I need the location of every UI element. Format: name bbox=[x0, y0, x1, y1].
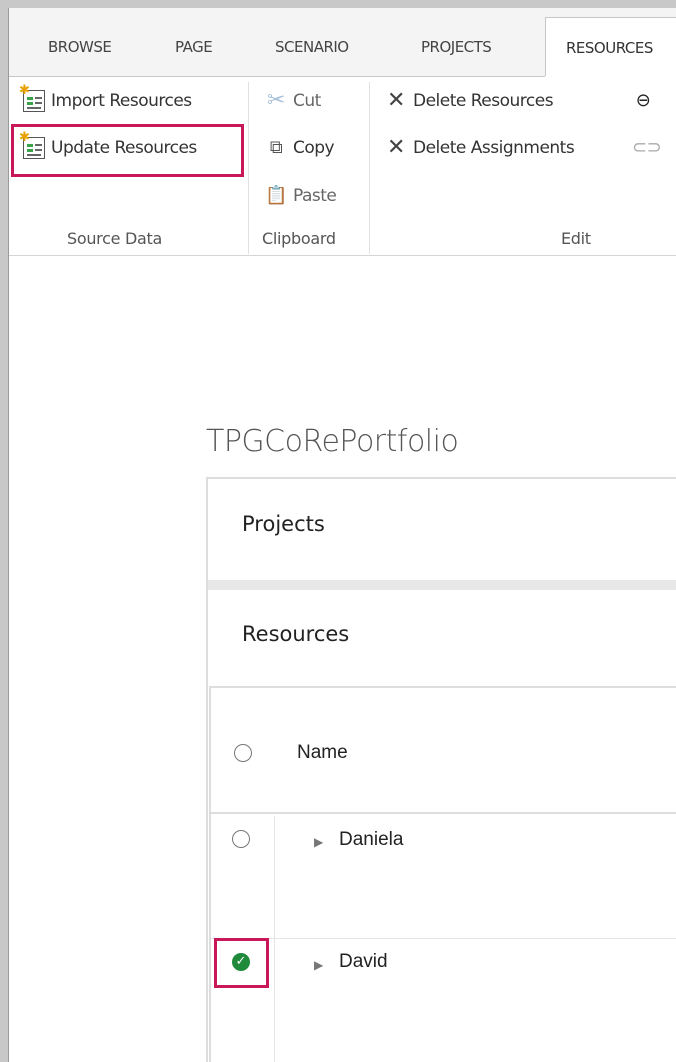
delete-assignments-button[interactable]: ✕ Delete Assignments bbox=[385, 135, 575, 160]
section-divider bbox=[208, 580, 676, 590]
delete-x-icon: ✕ bbox=[387, 88, 405, 113]
import-resources-label: Import Resources bbox=[51, 91, 192, 111]
tab-browse[interactable]: BROWSE bbox=[48, 38, 112, 56]
paste-icon: 📋 bbox=[265, 185, 287, 206]
delete-x-icon: ✕ bbox=[387, 135, 405, 160]
projects-section-header[interactable]: Projects bbox=[208, 512, 676, 536]
row-separator bbox=[211, 938, 676, 939]
copy-button[interactable]: ⧉ Copy bbox=[265, 137, 335, 159]
row-name-daniela[interactable]: Daniela bbox=[339, 829, 403, 851]
edit-group-label: Edit bbox=[561, 229, 591, 248]
delete-resources-label: Delete Resources bbox=[413, 91, 554, 111]
window-frame-left bbox=[0, 0, 8, 1062]
page-title: TPGCoRePortfolio bbox=[206, 424, 459, 459]
copy-label: Copy bbox=[293, 138, 335, 158]
select-all-radio[interactable] bbox=[234, 744, 252, 762]
group-separator bbox=[369, 82, 370, 254]
tab-page[interactable]: PAGE bbox=[175, 38, 213, 56]
update-resources-highlight bbox=[11, 124, 244, 177]
column-divider bbox=[274, 816, 275, 1062]
row-select-radio[interactable] bbox=[232, 830, 250, 848]
ribbon-tab-bar: BROWSE PAGE SCENARIO PROJECTS RESOURCES bbox=[9, 8, 676, 77]
source-data-group-label: Source Data bbox=[67, 229, 162, 248]
selected-row-highlight bbox=[214, 938, 269, 988]
paste-button[interactable]: 📋 Paste bbox=[265, 185, 337, 207]
cut-button[interactable]: ✂ Cut bbox=[265, 90, 321, 112]
resources-grid: Name ▶ Daniela ✓ ▶ David bbox=[209, 686, 676, 1062]
paste-label: Paste bbox=[293, 186, 337, 206]
group-separator bbox=[248, 82, 249, 254]
copy-icon: ⧉ bbox=[269, 137, 283, 158]
expand-arrow-icon[interactable]: ▶ bbox=[314, 958, 323, 972]
link-button[interactable]: ⊖ bbox=[632, 90, 654, 112]
cut-label: Cut bbox=[293, 91, 321, 111]
unlink-button[interactable]: ⊂⊃ bbox=[632, 137, 662, 159]
scissors-icon: ✂ bbox=[267, 88, 285, 113]
row-name-david[interactable]: David bbox=[339, 951, 388, 973]
delete-resources-button[interactable]: ✕ Delete Resources bbox=[385, 88, 554, 113]
ribbon-top-border bbox=[9, 76, 545, 77]
grid-header-row: Name bbox=[211, 688, 676, 814]
import-resources-icon: ✱ bbox=[19, 83, 45, 112]
clipboard-group-label: Clipboard bbox=[262, 229, 336, 248]
tab-projects[interactable]: PROJECTS bbox=[421, 38, 492, 56]
import-resources-button[interactable]: ✱ Import Resources bbox=[19, 83, 192, 112]
expand-arrow-icon[interactable]: ▶ bbox=[314, 835, 323, 849]
tab-scenario[interactable]: SCENARIO bbox=[275, 38, 349, 56]
column-header-name[interactable]: Name bbox=[297, 742, 348, 764]
tab-resources[interactable]: RESOURCES bbox=[545, 17, 676, 77]
delete-assignments-label: Delete Assignments bbox=[413, 138, 575, 158]
resources-section-header[interactable]: Resources bbox=[208, 622, 676, 646]
window-frame-top bbox=[0, 0, 676, 8]
unlink-icon: ⊂⊃ bbox=[632, 137, 662, 158]
link-icon: ⊖ bbox=[635, 90, 651, 111]
